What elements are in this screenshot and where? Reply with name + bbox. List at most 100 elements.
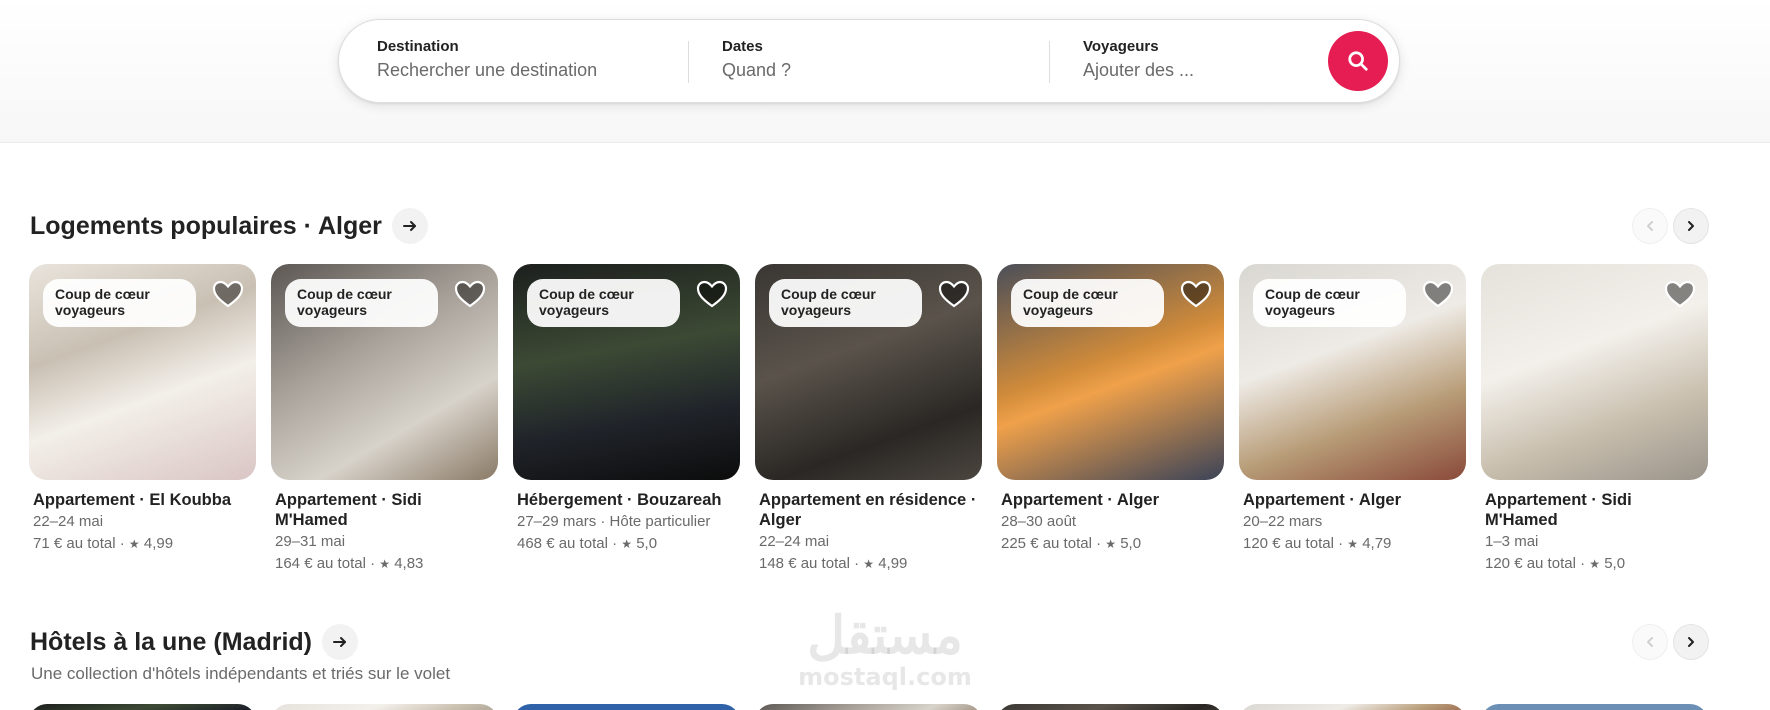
listing-dates: 22–24 mai <box>33 513 104 530</box>
listing-title: Hébergement · Bouzareah <box>517 491 722 509</box>
listing-card[interactable]: Coup de cœur voyageurs Appartement · Sid… <box>271 264 498 574</box>
hotel-photo[interactable] <box>29 704 256 710</box>
listing-photo[interactable]: Coup de cœur voyageurs <box>271 264 498 480</box>
section-title-text: Hôtels à la une (Madrid) <box>30 627 312 656</box>
guest-favorite-badge: Coup de cœur voyageurs <box>769 279 922 327</box>
listing-card[interactable]: Coup de cœur voyageurs Appartement en ré… <box>755 264 982 574</box>
section-title-hotels: Hôtels à la une (Madrid) <box>30 624 358 660</box>
heart-icon[interactable] <box>938 279 970 309</box>
listing-price: 71 € au total <box>33 535 116 552</box>
listing-title: Appartement · Sidi M'Hamed <box>275 491 422 529</box>
listing-card[interactable]: Coup de cœur voyageurs Appartement · Alg… <box>1239 264 1466 554</box>
destination-input[interactable]: Rechercher une destination <box>377 60 597 81</box>
star-icon: ★ <box>128 537 140 551</box>
listing-rating: 4,79 <box>1362 535 1392 552</box>
hotel-photo[interactable] <box>1239 704 1466 710</box>
guests-field[interactable]: Voyageurs Ajouter des ... <box>1083 38 1194 81</box>
arrow-right-icon <box>332 637 346 647</box>
listing-price: 120 € au total <box>1243 535 1334 552</box>
listing-price-row: 225 € au total · ★ 5,0 <box>1001 535 1142 552</box>
hotel-photo[interactable] <box>1481 704 1708 710</box>
hotel-photo[interactable] <box>513 704 740 710</box>
listing-dates: 1–3 mai <box>1485 533 1539 550</box>
listing-price-row: 164 € au total · ★ 4,83 <box>275 555 424 572</box>
listing-card[interactable]: Coup de cœur voyageurs Hébergement · Bou… <box>513 264 740 554</box>
star-icon: ★ <box>379 557 391 571</box>
chevron-left-icon <box>1647 637 1653 647</box>
heart-icon[interactable] <box>1180 279 1212 309</box>
section-arrow-button[interactable] <box>321 624 358 660</box>
star-icon: ★ <box>863 557 875 571</box>
listing-card[interactable]: Appartement · Sidi M'Hamed 1–3 mai 120 €… <box>1481 264 1708 574</box>
heart-icon[interactable] <box>212 279 244 309</box>
listing-card[interactable]: Coup de cœur voyageurs Appartement · El … <box>29 264 256 554</box>
star-icon: ★ <box>621 537 633 551</box>
hotel-photo[interactable] <box>997 704 1224 710</box>
listing-photo[interactable]: Coup de cœur voyageurs <box>997 264 1224 480</box>
carousel-next-button[interactable] <box>1673 208 1709 244</box>
section-arrow-button[interactable] <box>391 208 428 244</box>
listing-card[interactable]: Coup de cœur voyageurs Appartement · Alg… <box>997 264 1224 554</box>
section-title-popular: Logements populaires · Alger <box>30 208 428 244</box>
divider <box>688 41 689 83</box>
dates-label: Dates <box>722 38 763 55</box>
listing-price-row: 71 € au total · ★ 4,99 <box>33 535 174 552</box>
listing-price: 120 € au total <box>1485 555 1576 572</box>
listing-dates: 22–24 mai <box>759 533 830 550</box>
listing-rating: 5,0 <box>636 535 658 552</box>
arrow-right-icon <box>402 221 416 231</box>
search-icon <box>1348 51 1368 71</box>
destination-field[interactable]: Destination Rechercher une destination <box>377 38 597 81</box>
carousel-next-button[interactable] <box>1673 624 1709 660</box>
watermark-latin: mostaql.com <box>798 663 972 691</box>
hotel-photo[interactable] <box>755 704 982 710</box>
listing-price: 225 € au total <box>1001 535 1092 552</box>
hotel-photo[interactable] <box>271 704 498 710</box>
listing-photo[interactable]: Coup de cœur voyageurs <box>513 264 740 480</box>
watermark: مستقل mostaql.com <box>790 608 980 690</box>
listing-title: Appartement · Alger <box>1001 491 1159 509</box>
guest-favorite-badge: Coup de cœur voyageurs <box>1253 279 1406 327</box>
listing-title: Appartement · El Koubba <box>33 491 232 509</box>
section-subtitle: Une collection d'hôtels indépendants et … <box>31 664 451 683</box>
heart-icon[interactable] <box>1422 279 1454 309</box>
listing-dates: 28–30 août <box>1001 513 1077 530</box>
guests-input[interactable]: Ajouter des ... <box>1083 60 1194 81</box>
listing-price: 148 € au total <box>759 555 850 572</box>
divider <box>1049 41 1050 83</box>
heart-icon[interactable] <box>1664 279 1696 309</box>
carousel-prev-button[interactable] <box>1632 624 1668 660</box>
listing-rating: 4,99 <box>143 535 174 552</box>
listing-photo[interactable] <box>1481 264 1708 480</box>
listing-rating: 5,0 <box>1120 535 1142 552</box>
listing-photo[interactable]: Coup de cœur voyageurs <box>1239 264 1466 480</box>
guest-favorite-badge: Coup de cœur voyageurs <box>1011 279 1164 327</box>
carousel-prev-button[interactable] <box>1632 208 1668 244</box>
listing-dates: 29–31 mai <box>275 533 346 550</box>
chevron-left-icon <box>1647 221 1653 231</box>
listing-rating: 4,99 <box>878 555 908 572</box>
listing-rating: 4,83 <box>394 555 424 572</box>
search-bar[interactable]: Destination Rechercher une destination D… <box>338 19 1400 103</box>
guest-favorite-badge: Coup de cœur voyageurs <box>285 279 438 327</box>
listing-price-row: 120 € au total · ★ 5,0 <box>1485 555 1626 572</box>
listing-price: 468 € au total <box>517 535 608 552</box>
listing-price: 164 € au total <box>275 555 366 572</box>
listing-dates: 20–22 mars <box>1243 513 1323 530</box>
star-icon: ★ <box>1105 537 1117 551</box>
listing-price-row: 468 € au total · ★ 5,0 <box>517 535 658 552</box>
watermark-arabic: مستقل <box>807 607 963 665</box>
listing-dates: 27–29 mars · Hôte particulier <box>517 513 711 530</box>
listing-price-row: 148 € au total · ★ 4,99 <box>759 555 908 572</box>
listing-photo[interactable]: Coup de cœur voyageurs <box>755 264 982 480</box>
search-button[interactable] <box>1328 31 1388 91</box>
listing-title: Appartement · Sidi M'Hamed <box>1485 491 1632 529</box>
heart-icon[interactable] <box>454 279 486 309</box>
destination-label: Destination <box>377 38 459 55</box>
header: Destination Rechercher une destination D… <box>0 0 1770 143</box>
listing-photo[interactable]: Coup de cœur voyageurs <box>29 264 256 480</box>
star-icon: ★ <box>1347 537 1359 551</box>
dates-input[interactable]: Quand ? <box>722 60 791 81</box>
dates-field[interactable]: Dates Quand ? <box>722 38 791 81</box>
heart-icon[interactable] <box>696 279 728 309</box>
